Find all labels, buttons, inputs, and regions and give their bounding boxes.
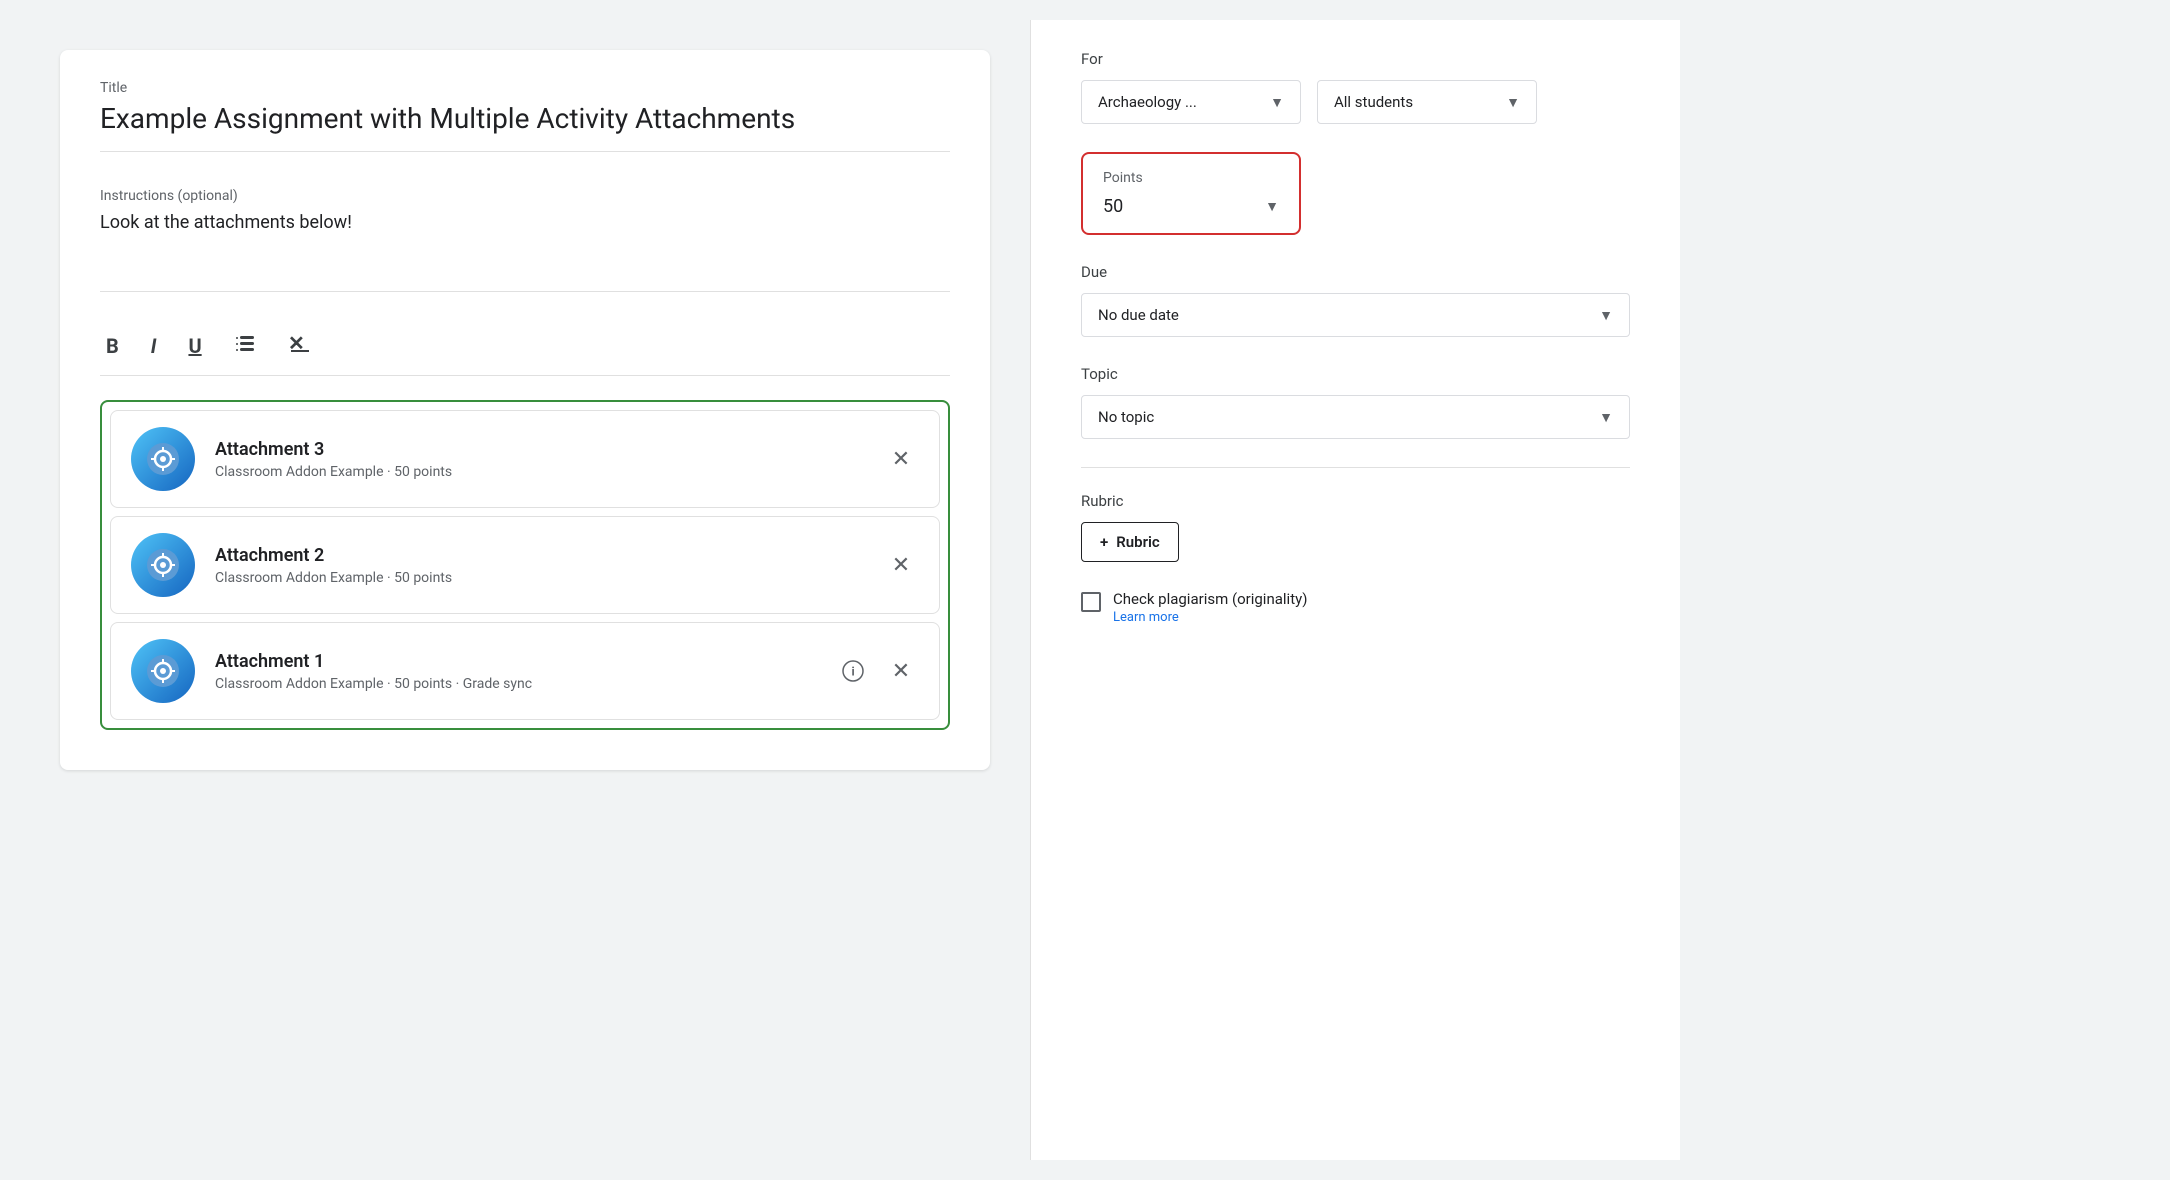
plagiarism-label: Check plagiarism (originality) [1113, 590, 1307, 608]
students-dropdown-value: All students [1334, 93, 1413, 111]
points-label: Points [1103, 170, 1279, 186]
for-label: For [1081, 50, 1630, 68]
attachment-2-icon [131, 533, 195, 597]
plagiarism-checkbox[interactable] [1081, 592, 1101, 612]
attachments-container: Attachment 3 Classroom Addon Example · 5… [100, 400, 950, 730]
class-dropdown-arrow: ▼ [1270, 94, 1284, 111]
due-dropdown-value: No due date [1098, 306, 1179, 324]
plagiarism-info: Check plagiarism (originality) Learn mor… [1113, 590, 1307, 625]
learn-more-link[interactable]: Learn more [1113, 610, 1307, 625]
formatting-toolbar: B I U ✕ [100, 316, 950, 376]
rubric-label: Rubric [1081, 492, 1630, 510]
attachment-1-remove-button[interactable]: ✕ [883, 653, 919, 689]
clear-format-button[interactable]: ✕ [282, 328, 318, 363]
attachment-1-meta: Classroom Addon Example · 50 points · Gr… [215, 676, 815, 692]
attachment-2-actions: ✕ [883, 547, 919, 583]
attachment-card: Attachment 3 Classroom Addon Example · 5… [110, 410, 940, 508]
rubric-plus-icon: + [1100, 533, 1108, 551]
title-value: Example Assignment with Multiple Activit… [100, 102, 950, 135]
attachment-2-meta: Classroom Addon Example · 50 points [215, 570, 863, 586]
points-section: Points 50 ▼ [1081, 152, 1630, 235]
attachment-3-remove-button[interactable]: ✕ [883, 441, 919, 477]
due-section: Due No due date ▼ [1081, 263, 1630, 337]
underline-button[interactable]: U [182, 330, 207, 362]
attachment-2-name: Attachment 2 [215, 545, 863, 566]
attachment-3-info: Attachment 3 Classroom Addon Example · 5… [215, 439, 863, 480]
attachment-1-name: Attachment 1 [215, 651, 815, 672]
attachment-card: Attachment 1 Classroom Addon Example · 5… [110, 622, 940, 720]
divider [1081, 467, 1630, 468]
students-dropdown-arrow: ▼ [1506, 94, 1520, 111]
rubric-section: Rubric + Rubric [1081, 492, 1630, 562]
add-rubric-button[interactable]: + Rubric [1081, 522, 1179, 562]
topic-dropdown-value: No topic [1098, 408, 1154, 426]
left-panel: Title Example Assignment with Multiple A… [20, 20, 1030, 1160]
plagiarism-row: Check plagiarism (originality) Learn mor… [1081, 590, 1630, 625]
due-label: Due [1081, 263, 1630, 281]
attachment-3-icon [131, 427, 195, 491]
students-dropdown[interactable]: All students ▼ [1317, 80, 1537, 124]
instructions-section[interactable]: Instructions (optional) Look at the atta… [100, 172, 950, 292]
attachment-2-info: Attachment 2 Classroom Addon Example · 5… [215, 545, 863, 586]
points-dropdown[interactable]: 50 ▼ [1103, 196, 1279, 217]
right-panel: For Archaeology ... ▼ All students ▼ Poi… [1030, 20, 1680, 1160]
points-value: 50 [1103, 196, 1123, 217]
svg-text:i: i [852, 665, 855, 679]
attachment-3-meta: Classroom Addon Example · 50 points [215, 464, 863, 480]
points-box: Points 50 ▼ [1081, 152, 1301, 235]
main-card: Title Example Assignment with Multiple A… [60, 50, 990, 770]
for-dropdown-row: Archaeology ... ▼ All students ▼ [1081, 80, 1630, 124]
attachment-1-info-button[interactable]: i [835, 653, 871, 689]
class-dropdown-value: Archaeology ... [1098, 93, 1197, 111]
topic-section: Topic No topic ▼ [1081, 365, 1630, 439]
instructions-text: Look at the attachments below! [100, 212, 950, 233]
page-container: Title Example Assignment with Multiple A… [20, 20, 2150, 1160]
for-section: For Archaeology ... ▼ All students ▼ [1081, 50, 1630, 124]
title-label: Title [100, 80, 950, 96]
due-dropdown-arrow: ▼ [1599, 307, 1613, 324]
topic-dropdown[interactable]: No topic ▼ [1081, 395, 1630, 439]
bold-button[interactable]: B [100, 330, 125, 362]
attachment-card: Attachment 2 Classroom Addon Example · 5… [110, 516, 940, 614]
due-dropdown[interactable]: No due date ▼ [1081, 293, 1630, 337]
attachment-1-icon [131, 639, 195, 703]
rubric-button-label: Rubric [1116, 533, 1159, 551]
list-button[interactable] [228, 330, 262, 362]
attachment-2-remove-button[interactable]: ✕ [883, 547, 919, 583]
title-section: Title Example Assignment with Multiple A… [100, 80, 950, 152]
instructions-label: Instructions (optional) [100, 188, 950, 204]
attachment-3-name: Attachment 3 [215, 439, 863, 460]
attachment-1-actions: i ✕ [835, 653, 919, 689]
italic-button[interactable]: I [145, 330, 163, 362]
topic-label: Topic [1081, 365, 1630, 383]
attachment-1-info: Attachment 1 Classroom Addon Example · 5… [215, 651, 815, 692]
topic-dropdown-arrow: ▼ [1599, 409, 1613, 426]
attachment-3-actions: ✕ [883, 441, 919, 477]
class-dropdown[interactable]: Archaeology ... ▼ [1081, 80, 1301, 124]
points-dropdown-arrow: ▼ [1265, 198, 1279, 215]
